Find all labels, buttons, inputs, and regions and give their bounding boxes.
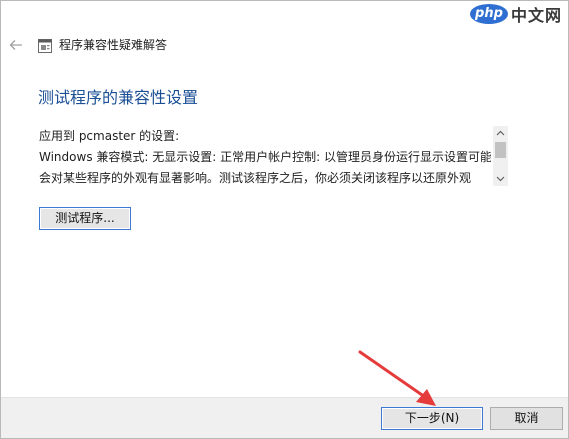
cancel-button[interactable]: 取消 [490,407,563,430]
scroll-down-button[interactable] [493,172,508,186]
settings-line: 应用到 pcmaster 的设置: [39,129,180,143]
chevron-down-icon [496,176,505,182]
watermark-site-name: 中文网 [510,6,562,25]
scroll-up-button[interactable] [493,126,508,140]
title-bar: 程序兼容性疑难解答 php 中文网 [1,1,568,63]
vertical-scrollbar[interactable] [493,126,508,186]
settings-line: Windows 兼容模式: 无显示设置: 正常用户帐户控制: 以管理员身份运行显… [39,150,491,164]
back-button[interactable] [7,36,25,54]
footer-bar: 下一步(N) 取消 [1,397,568,438]
scroll-thumb[interactable] [495,142,506,158]
troubleshooter-window: 程序兼容性疑难解答 php 中文网 测试程序的兼容性设置 应用到 pcmaste… [0,0,569,439]
page-heading: 测试程序的兼容性设置 [38,88,199,107]
arrow-left-icon [9,40,22,50]
php-logo: php [469,4,508,24]
next-button[interactable]: 下一步(N) [381,407,483,430]
settings-text: 应用到 pcmaster 的设置: Windows 兼容模式: 无显示设置: 正… [39,126,491,186]
settings-text-box: 应用到 pcmaster 的设置: Windows 兼容模式: 无显示设置: 正… [38,126,508,186]
test-program-button[interactable]: 测试程序... [39,207,131,230]
chevron-up-icon [496,130,505,136]
settings-line: 会对某些程序的外观有显著影响。测试该程序之后，你必须关闭该程序以还原外观 [39,171,472,185]
troubleshooter-icon [38,38,52,53]
window-title: 程序兼容性疑难解答 [59,38,168,52]
watermark-logo: php 中文网 [469,3,562,25]
